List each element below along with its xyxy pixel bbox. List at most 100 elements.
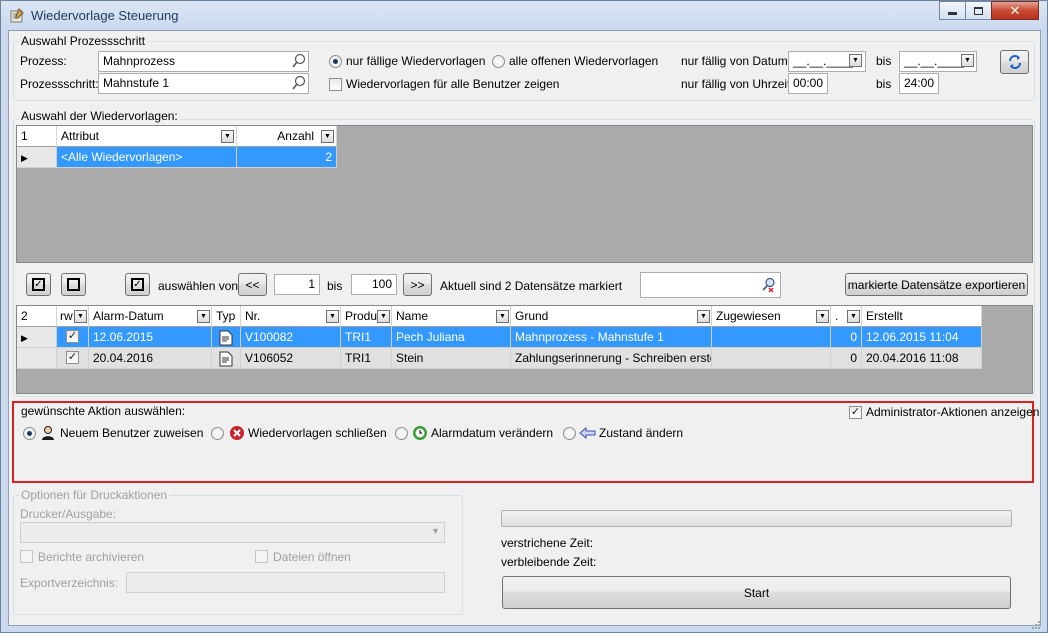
clock-icon xyxy=(412,425,428,441)
chevron-down-icon[interactable]: ▼ xyxy=(849,54,862,67)
app-icon xyxy=(9,8,25,24)
time-to-field[interactable]: 24:00 xyxy=(899,73,939,94)
radio-change-alarm[interactable] xyxy=(395,427,408,440)
records-grid[interactable]: 2 rw ▼ Alarm-Datum ▼ Typ Nr. ▼ Produ ▼ N… xyxy=(16,305,1033,394)
printer-dropdown[interactable] xyxy=(20,522,445,543)
process-step-field[interactable]: Mahnstufe 1 xyxy=(98,73,309,94)
refresh-button[interactable] xyxy=(1000,50,1029,74)
start-button[interactable]: Start xyxy=(502,576,1011,609)
table-row-product[interactable]: TRI1 xyxy=(341,327,392,348)
table-row-checkbox-cell[interactable]: ✓ xyxy=(57,348,89,369)
chevron-down-icon[interactable]: ▼ xyxy=(496,310,509,323)
row-indicator[interactable]: ▶ xyxy=(17,327,57,348)
chevron-down-icon[interactable]: ▼ xyxy=(961,54,974,67)
records-count-header: 2 xyxy=(17,306,57,327)
column-header-alarm-date[interactable]: Alarm-Datum xyxy=(89,306,212,327)
row-checkbox[interactable]: ✓ xyxy=(66,330,79,343)
table-row-type[interactable] xyxy=(212,327,241,348)
chevron-down-icon[interactable]: ▼ xyxy=(74,310,87,323)
table-row-created[interactable]: 12.06.2015 11:04 xyxy=(862,327,982,348)
table-row-number[interactable]: V100082 xyxy=(241,327,341,348)
table-row-product[interactable]: TRI1 xyxy=(341,348,392,369)
next-page-label: >> xyxy=(410,277,425,292)
search-icon[interactable] xyxy=(291,53,307,69)
range-to-value: 100 xyxy=(371,277,392,291)
minimize-button[interactable] xyxy=(939,1,966,20)
previous-page-button[interactable]: << xyxy=(238,273,267,296)
export-dir-field[interactable] xyxy=(126,572,445,593)
row-checkbox[interactable]: ✓ xyxy=(66,351,79,364)
maximize-button[interactable] xyxy=(965,1,992,20)
row-count-header: 1 xyxy=(17,126,57,147)
deselect-all-button[interactable] xyxy=(61,273,86,296)
all-users-checkbox[interactable] xyxy=(329,78,342,91)
column-header-type[interactable]: Typ xyxy=(212,306,241,327)
table-row-name[interactable]: Pech Juliana xyxy=(392,327,511,348)
close-button[interactable]: ✕ xyxy=(991,1,1039,20)
next-page-button[interactable]: >> xyxy=(403,273,432,296)
chevron-down-icon[interactable]: ▼ xyxy=(197,310,210,323)
document-icon xyxy=(219,330,233,346)
radio-due-only[interactable] xyxy=(329,55,342,68)
radio-all-open[interactable] xyxy=(492,55,505,68)
search-icon[interactable] xyxy=(291,75,307,91)
table-row-assigned[interactable] xyxy=(712,327,831,348)
column-header-attribute[interactable]: Attribut xyxy=(57,126,237,147)
table-row-type[interactable] xyxy=(212,348,241,369)
table-row-alarm-date[interactable]: 20.04.2016 xyxy=(89,348,212,369)
select-from-label: auswählen von xyxy=(158,279,239,293)
admin-actions-checkbox[interactable]: ✓ xyxy=(849,406,862,419)
chevron-down-icon[interactable]: ▼ xyxy=(326,310,339,323)
resize-grip[interactable] xyxy=(1031,619,1041,629)
table-row-reason[interactable]: Mahnprozess - Mahnstufe 1 xyxy=(511,327,712,348)
range-to-label: bis xyxy=(327,279,343,293)
chevron-down-icon[interactable]: ▼ xyxy=(816,310,829,323)
table-row-alarm-date[interactable]: 12.06.2015 xyxy=(89,327,212,348)
row-indicator[interactable]: ▶ xyxy=(17,147,57,168)
search-clear-icon[interactable] xyxy=(760,277,776,293)
open-files-checkbox[interactable] xyxy=(255,550,268,563)
process-field[interactable]: Mahnprozess xyxy=(98,51,309,72)
table-row-num[interactable]: 0 xyxy=(831,348,862,369)
chevron-down-icon[interactable]: ▼ xyxy=(377,310,390,323)
column-header-created[interactable]: Erstellt xyxy=(862,306,982,327)
table-row-assigned[interactable] xyxy=(712,348,831,369)
chevron-down-icon[interactable]: ▼ xyxy=(321,130,334,143)
chevron-down-icon[interactable]: ▼ xyxy=(847,310,860,323)
change-state-label: Zustand ändern xyxy=(599,426,684,440)
range-to-field[interactable]: 100 xyxy=(351,274,397,295)
table-row-reason[interactable]: Zahlungserinnerung - Schreiben erstell..… xyxy=(511,348,712,369)
due-time-label: nur fällig von Uhrzeit xyxy=(681,77,791,91)
export-marked-button[interactable]: markierte Datensätze exportieren xyxy=(845,273,1028,296)
range-from-field[interactable]: 1 xyxy=(274,274,320,295)
column-header-assigned[interactable]: Zugewiesen xyxy=(712,306,831,327)
refresh-icon xyxy=(1008,55,1021,69)
archive-reports-checkbox[interactable] xyxy=(20,550,33,563)
chevron-down-icon[interactable]: ▼ xyxy=(221,130,234,143)
process-step-label: Prozessschritt: xyxy=(20,77,99,91)
select-all-button[interactable]: ✓ xyxy=(26,273,51,296)
column-header-name[interactable]: Name xyxy=(392,306,511,327)
row-pointer-icon: ▶ xyxy=(21,333,28,343)
select-range-button[interactable]: ✓ xyxy=(125,273,150,296)
close-circle-icon xyxy=(229,425,245,441)
table-row-created[interactable]: 20.04.2016 11:08 xyxy=(862,348,982,369)
table-row-count[interactable]: 2 xyxy=(237,147,337,168)
attribute-grid[interactable]: 1 Attribut ▼ Anzahl ▼ ▶ <Alle Wiedervorl… xyxy=(16,125,1033,263)
table-row-attribute[interactable]: <Alle Wiedervorlagen> xyxy=(57,147,237,168)
table-row-name[interactable]: Stein xyxy=(392,348,511,369)
printer-label: Drucker/Ausgabe: xyxy=(20,507,117,521)
table-row-num[interactable]: 0 xyxy=(831,327,862,348)
radio-assign-user[interactable] xyxy=(23,427,36,440)
column-header-reason[interactable]: Grund xyxy=(511,306,712,327)
chevron-down-icon[interactable]: ▼ xyxy=(431,526,440,536)
time-from-field[interactable]: 00:00 xyxy=(788,73,828,94)
row-indicator[interactable] xyxy=(17,348,57,369)
radio-close-reminders[interactable] xyxy=(211,427,224,440)
table-row-number[interactable]: V106052 xyxy=(241,348,341,369)
radio-change-state[interactable] xyxy=(563,427,576,440)
close-reminders-label: Wiedervorlagen schließen xyxy=(248,426,387,440)
chevron-down-icon[interactable]: ▼ xyxy=(697,310,710,323)
table-row-checkbox-cell[interactable]: ✓ xyxy=(57,327,89,348)
previous-page-label: << xyxy=(245,277,260,292)
